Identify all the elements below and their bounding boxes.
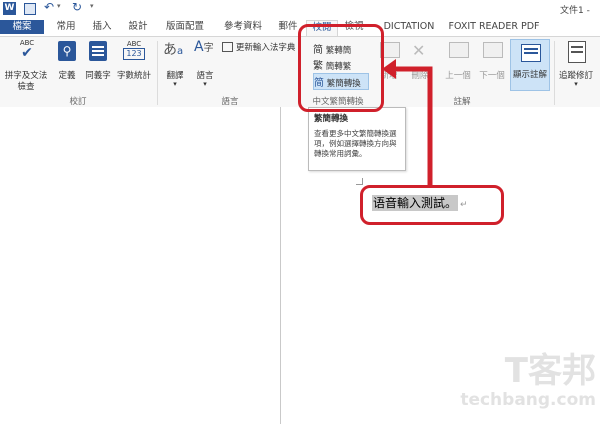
define-label: 定義	[58, 71, 76, 81]
annotation-arrow-line	[392, 66, 433, 187]
save-icon[interactable]	[24, 3, 36, 15]
customize-quick-access-icon[interactable]: ▾	[90, 2, 94, 10]
next-comment-label: 下一個	[479, 71, 505, 81]
tab-insert[interactable]: 插入	[88, 20, 116, 34]
next-comment-button[interactable]: 下一個	[476, 39, 508, 81]
previous-comment-icon	[449, 42, 469, 58]
track-changes-dropdown-icon: ▾	[574, 80, 578, 88]
tab-file[interactable]: 檔案	[0, 20, 44, 34]
abc-check-icon: ABC ✔	[19, 39, 35, 61]
watermark: T客邦 techbang.com	[436, 352, 596, 422]
redo-icon[interactable]: ↻	[72, 0, 82, 14]
word-app-icon: W	[3, 2, 16, 15]
book-search-icon: ⚲	[58, 41, 76, 61]
thesaurus-label: 同義字	[85, 71, 111, 81]
show-comments-label: 顯示註解	[512, 70, 547, 80]
language-group-label: 語言	[221, 97, 239, 107]
group-divider	[554, 41, 555, 105]
tab-design[interactable]: 設計	[124, 20, 152, 34]
chinese-conversion-callout	[298, 24, 384, 112]
title-bar: W ↶ ▾ ↻ ▾ 文件1 -	[0, 0, 600, 18]
proofing-group-label: 校訂	[69, 97, 87, 107]
watermark-url: techbang.com	[460, 390, 596, 410]
update-ime-dictionary-label: 更新輸入法字典	[235, 43, 296, 53]
word-count-label: 字數統計	[116, 71, 151, 81]
annotation-arrow-head	[382, 59, 396, 79]
tab-dictation[interactable]: DICTATION	[380, 20, 438, 34]
language-button[interactable]: A字 語言 ▾	[190, 39, 220, 93]
undo-icon[interactable]: ↶	[44, 0, 54, 14]
tab-home[interactable]: 常用	[52, 20, 80, 34]
tab-references[interactable]: 參考資料	[218, 20, 268, 34]
track-changes-button[interactable]: 追蹤修訂 ▾	[556, 39, 596, 93]
annotation-arrow	[382, 59, 433, 187]
tab-foxit-reader-pdf[interactable]: FOXIT READER PDF	[448, 20, 540, 34]
update-ime-dictionary-button[interactable]: 更新輸入法字典	[222, 41, 298, 55]
document-title: 文件1 -	[560, 6, 590, 16]
previous-comment-button[interactable]: 上一個	[442, 39, 474, 81]
page-margin-mark	[356, 178, 363, 185]
track-changes-icon	[568, 41, 586, 63]
thesaurus-book-icon	[89, 41, 107, 61]
previous-comment-label: 上一個	[445, 71, 471, 81]
spelling-label-line2: 檢查	[17, 82, 35, 92]
show-comments-icon	[521, 44, 541, 62]
next-comment-icon	[483, 42, 503, 58]
group-divider	[157, 41, 158, 105]
ime-dictionary-icon	[222, 42, 233, 52]
thesaurus-button[interactable]: 同義字	[82, 39, 114, 81]
spelling-grammar-button[interactable]: ABC ✔ 拼字及文法 檢查	[2, 39, 50, 92]
quick-access-dropdown-icon[interactable]: ▾	[57, 2, 61, 10]
show-comments-button[interactable]: 顯示註解	[510, 39, 550, 91]
language-dropdown-icon: ▾	[203, 80, 207, 88]
translate-icon: あa	[163, 42, 184, 58]
word-count-icon: ABC 123	[123, 40, 145, 62]
define-button[interactable]: ⚲ 定義	[54, 39, 80, 81]
translate-button[interactable]: あa 翻譯 ▾	[160, 39, 190, 93]
watermark-logo: T客邦	[504, 351, 596, 391]
word-count-button[interactable]: ABC 123 字數統計	[114, 39, 154, 81]
translate-dropdown-icon: ▾	[173, 80, 177, 88]
language-icon: A字	[194, 39, 214, 55]
tab-layout[interactable]: 版面配置	[160, 20, 210, 34]
